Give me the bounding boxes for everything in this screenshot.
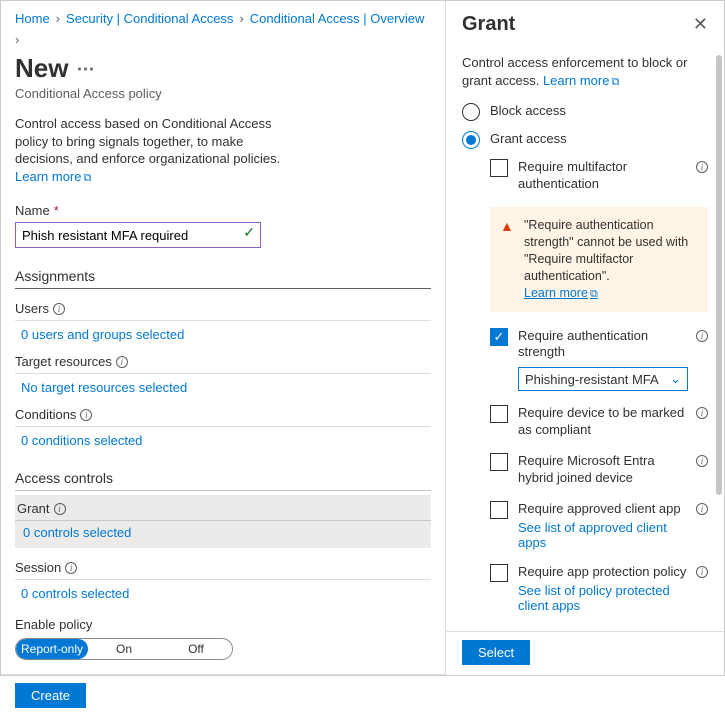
require-approved-app-label: Require approved client app: [518, 501, 681, 516]
toggle-report-only[interactable]: Report-only: [16, 639, 88, 659]
require-hybrid-checkbox[interactable]: Require Microsoft Entra hybrid joined de…: [490, 453, 708, 487]
enable-policy-label: Enable policy: [15, 617, 431, 632]
policy-editor-panel: Home › Security | Conditional Access › C…: [1, 1, 445, 675]
grant-panel-title: Grant: [462, 13, 515, 36]
radio-icon: [462, 131, 480, 149]
page-subtitle: Conditional Access policy: [15, 86, 431, 101]
name-label: Name *: [15, 203, 431, 218]
auth-strength-select[interactable]: Phishing-resistant MFA ⌄: [518, 367, 688, 391]
require-mfa-label: Require multifactor authentication: [518, 159, 688, 193]
grant-panel: Grant ✕ Control access enforcement to bl…: [445, 1, 724, 675]
conditions-row[interactable]: Conditions i: [15, 407, 431, 427]
breadcrumb: Home › Security | Conditional Access › C…: [15, 11, 431, 47]
checkbox-icon: [490, 501, 508, 519]
breadcrumb-security[interactable]: Security | Conditional Access: [66, 11, 233, 26]
policy-description-text: Control access based on Conditional Acce…: [15, 116, 280, 166]
external-link-icon: ⧉: [590, 288, 598, 300]
page-title: New ⋯: [15, 53, 431, 84]
warning-learn-more-link[interactable]: Learn more⧉: [524, 286, 598, 300]
require-approved-app-checkbox[interactable]: Require approved client app See list of …: [490, 501, 708, 550]
external-link-icon: ⧉: [83, 172, 91, 184]
grant-row-selected[interactable]: Grant i 0 controls selected: [15, 495, 431, 548]
checkbox-icon: [490, 328, 508, 346]
info-icon[interactable]: i: [65, 562, 77, 574]
toggle-on[interactable]: On: [88, 639, 160, 659]
info-icon[interactable]: i: [116, 356, 128, 368]
grant-access-radio[interactable]: Grant access: [462, 131, 708, 149]
assignments-heading: Assignments: [15, 268, 431, 289]
create-button[interactable]: Create: [15, 683, 86, 708]
grant-access-label: Grant access: [490, 131, 567, 148]
require-mfa-checkbox[interactable]: Require multifactor authentication i: [490, 159, 708, 193]
enable-policy-toggle[interactable]: Report-only On Off: [15, 638, 233, 660]
require-compliant-label: Require device to be marked as compliant: [518, 405, 688, 439]
require-app-protection-checkbox[interactable]: Require app protection policy See list o…: [490, 564, 708, 613]
grant-value-link[interactable]: 0 controls selected: [15, 521, 431, 546]
require-compliant-checkbox[interactable]: Require device to be marked as compliant…: [490, 405, 708, 439]
toggle-off[interactable]: Off: [160, 639, 232, 659]
info-icon[interactable]: i: [696, 161, 708, 173]
auth-strength-value: Phishing-resistant MFA: [525, 372, 659, 387]
checkbox-icon: [490, 564, 508, 582]
conditions-value-link[interactable]: 0 conditions selected: [15, 433, 431, 448]
scrollbar[interactable]: [716, 55, 722, 495]
info-icon[interactable]: i: [696, 407, 708, 419]
more-actions-icon[interactable]: ⋯: [76, 64, 94, 74]
page-title-text: New: [15, 53, 68, 84]
grant-panel-description: Control access enforcement to block or g…: [462, 54, 708, 89]
chevron-right-icon: ›: [239, 11, 243, 26]
access-controls-heading: Access controls: [15, 470, 431, 491]
auth-strength-warning: ▲ "Require authentication strength" cann…: [490, 207, 708, 311]
users-value-link[interactable]: 0 users and groups selected: [15, 327, 431, 342]
external-link-icon: ⧉: [611, 76, 619, 88]
block-access-label: Block access: [490, 103, 566, 120]
checkbox-icon: [490, 453, 508, 471]
target-resources-row[interactable]: Target resources i: [15, 354, 431, 374]
require-hybrid-label: Require Microsoft Entra hybrid joined de…: [518, 453, 688, 487]
warning-icon: ▲: [500, 217, 514, 236]
block-access-radio[interactable]: Block access: [462, 103, 708, 121]
chevron-right-icon: ›: [15, 32, 19, 47]
approved-apps-list-link[interactable]: See list of approved client apps: [518, 520, 688, 550]
info-icon[interactable]: i: [696, 330, 708, 342]
select-button[interactable]: Select: [462, 640, 530, 665]
info-icon[interactable]: i: [54, 503, 66, 515]
policy-name-input[interactable]: [15, 222, 261, 248]
close-icon[interactable]: ✕: [693, 14, 708, 35]
breadcrumb-overview[interactable]: Conditional Access | Overview: [250, 11, 425, 26]
info-icon[interactable]: i: [696, 566, 708, 578]
checkbox-icon: [490, 405, 508, 423]
chevron-down-icon: ⌄: [670, 371, 681, 387]
session-value-link[interactable]: 0 controls selected: [15, 586, 431, 601]
radio-icon: [462, 103, 480, 121]
target-resources-value-link[interactable]: No target resources selected: [15, 380, 431, 395]
learn-more-link[interactable]: Learn more⧉: [15, 169, 91, 184]
info-icon[interactable]: i: [696, 503, 708, 515]
info-icon[interactable]: i: [53, 303, 65, 315]
chevron-right-icon: ›: [56, 11, 60, 26]
policy-description: Control access based on Conditional Acce…: [15, 115, 295, 185]
info-icon[interactable]: i: [696, 455, 708, 467]
breadcrumb-home[interactable]: Home: [15, 11, 50, 26]
protection-apps-list-link[interactable]: See list of policy protected client apps: [518, 583, 688, 613]
session-row[interactable]: Session i: [15, 560, 431, 580]
users-row[interactable]: Users i: [15, 301, 431, 321]
grant-learn-more-link[interactable]: Learn more⧉: [543, 73, 619, 88]
require-auth-strength-checkbox[interactable]: Require authentication strength Phishing…: [490, 328, 708, 392]
checkbox-icon: [490, 159, 508, 177]
warning-text: "Require authentication strength" cannot…: [524, 218, 688, 283]
info-icon[interactable]: i: [80, 409, 92, 421]
valid-check-icon: ✓: [243, 224, 255, 241]
require-auth-strength-label: Require authentication strength: [518, 328, 648, 360]
require-app-protection-label: Require app protection policy: [518, 564, 686, 579]
